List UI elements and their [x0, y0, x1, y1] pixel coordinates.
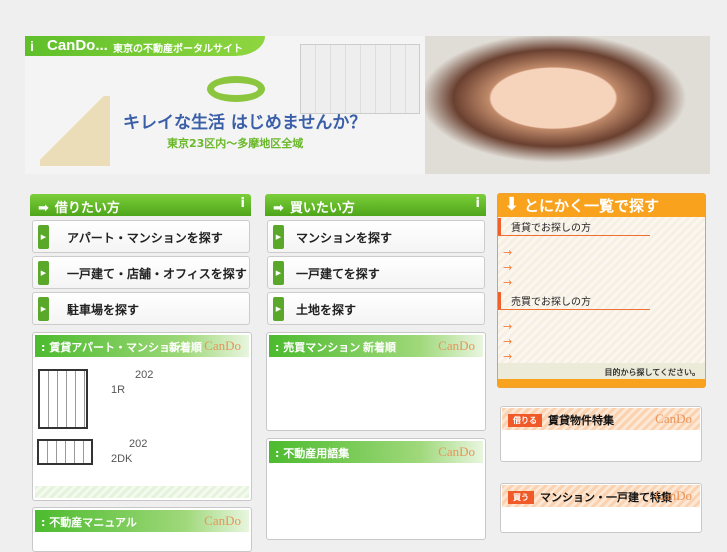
- buy-land-button[interactable]: ▶ 土地を探す: [267, 292, 485, 325]
- slogan: キレイな生活 はじめませんか？: [123, 113, 367, 133]
- button-label: 一戸建て・店舗・オフィスを探す: [67, 267, 247, 281]
- panel-footer: [35, 486, 249, 498]
- list-search-footer: 目的から探してください。: [498, 363, 705, 379]
- play-icon: ▶: [273, 261, 284, 285]
- walking-person-icon: i: [30, 38, 34, 54]
- woman-photo: [425, 36, 710, 174]
- rent-title: 借りたい方: [54, 201, 120, 216]
- play-icon: ▶: [38, 261, 49, 285]
- cando-logo: CanDo: [655, 411, 692, 426]
- arrow-link-icon[interactable]: →: [503, 350, 512, 363]
- arrow-link-icon[interactable]: →: [503, 276, 512, 289]
- panel-title: 賃貸アパート・マンション: [49, 341, 182, 354]
- rent-feature-header[interactable]: 借りる 賃貸物件特集 CanDo: [502, 408, 700, 430]
- sale-listings-panel: : 売買マンション 新着順 CanDo: [266, 332, 486, 431]
- floorplan-thumbnail[interactable]: [37, 439, 93, 465]
- arrow-link-icon[interactable]: →: [503, 320, 512, 333]
- service-area: 東京23区内〜多摩地区全域: [167, 137, 304, 150]
- site-tagline: 東京の不動産ポータルサイト: [113, 44, 243, 55]
- panel-title: 売買マンション: [283, 341, 361, 354]
- walking-person-icon: i: [475, 196, 480, 211]
- cando-logo: CanDo: [655, 488, 692, 503]
- button-label: アパート・マンションを探す: [67, 231, 223, 245]
- arrow-down-icon: ⬇: [504, 194, 520, 215]
- hero-banner: i CanDo... 東京の不動産ポータルサイト キレイな生活 はじめませんか？…: [25, 36, 710, 174]
- panel-title: 不動産用語集: [283, 447, 350, 460]
- feature-title: マンション・一戸建て特集: [540, 491, 672, 504]
- play-icon: ▶: [38, 225, 49, 249]
- list-search-header: ⬇ とにかく一覧で探す: [498, 194, 705, 217]
- list-search-box: ⬇ とにかく一覧で探す 賃貸でお探しの方 → → → 売買でお探しの方 → → →…: [497, 193, 706, 388]
- cando-logo: CanDo: [438, 444, 475, 459]
- lips-icon: [207, 76, 265, 102]
- listing-layout: 1R: [111, 384, 126, 396]
- listing-layout: 2DK: [111, 453, 133, 465]
- manual-header[interactable]: : 不動産マニュアル CanDo: [35, 510, 249, 532]
- arrow-link-icon[interactable]: →: [503, 246, 512, 259]
- listing-room[interactable]: 202: [129, 438, 147, 450]
- arrow-right-icon: ➡: [38, 201, 49, 216]
- cando-logo: CanDo: [204, 513, 241, 528]
- footer-bar: [498, 379, 705, 387]
- logo-bar[interactable]: i CanDo... 東京の不動産ポータルサイト: [25, 36, 265, 56]
- cando-logo: CanDo: [438, 338, 475, 353]
- buy-mansion-button[interactable]: ▶ マンションを探す: [267, 220, 485, 253]
- listing-room[interactable]: 202: [135, 369, 153, 381]
- floorplan-thumbnail[interactable]: [38, 369, 88, 429]
- rent-house-shop-button[interactable]: ▶ 一戸建て・店舗・オフィスを探す: [32, 256, 250, 289]
- manual-panel: : 不動産マニュアル CanDo: [32, 507, 252, 552]
- glossary-panel: : 不動産用語集 CanDo: [266, 438, 486, 540]
- arrow-link-icon[interactable]: →: [503, 335, 512, 348]
- feature-badge: 買う: [508, 491, 534, 504]
- feature-badge: 借りる: [508, 414, 542, 427]
- play-icon: ▶: [38, 297, 49, 321]
- play-icon: ▶: [273, 297, 284, 321]
- site-logo[interactable]: CanDo...: [47, 37, 108, 54]
- cando-logo: CanDo: [204, 338, 241, 353]
- arrow-link-icon[interactable]: →: [503, 261, 512, 274]
- walking-person-icon: i: [240, 196, 245, 211]
- house-illustration: [40, 96, 110, 166]
- footer-note: 目的から探してください。: [604, 368, 700, 377]
- sale-listings-header: : 売買マンション 新着順 CanDo: [269, 335, 483, 357]
- glossary-header[interactable]: : 不動産用語集 CanDo: [269, 441, 483, 463]
- rent-apartment-button[interactable]: ▶ アパート・マンションを探す: [32, 220, 250, 253]
- feature-title: 賃貸物件特集: [548, 414, 614, 427]
- buy-house-button[interactable]: ▶ 一戸建てを探す: [267, 256, 485, 289]
- buy-feature-panel[interactable]: 買う マンション・一戸建て特集 CanDo: [500, 483, 702, 533]
- sort-label: 新着順: [169, 341, 202, 354]
- button-label: 駐車場を探す: [67, 303, 140, 317]
- arrow-right-icon: ➡: [273, 201, 284, 216]
- buy-title: 買いたい方: [289, 201, 355, 216]
- building-illustration: [300, 44, 420, 114]
- rent-listings-panel: : 賃貸アパート・マンション 新着順 CanDo 202 1R 202 2DK: [32, 332, 252, 501]
- rent-parking-button[interactable]: ▶ 駐車場を探す: [32, 292, 250, 325]
- rent-section-label: 賃貸でお探しの方: [498, 218, 650, 236]
- sort-label: 新着順: [363, 341, 396, 354]
- list-search-title: とにかく一覧で探す: [524, 197, 660, 215]
- rent-header: ➡ 借りたい方 i: [30, 194, 251, 216]
- play-icon: ▶: [273, 225, 284, 249]
- panel-title: 不動産マニュアル: [49, 516, 137, 529]
- buy-header: ➡ 買いたい方 i: [265, 194, 486, 216]
- rent-feature-panel[interactable]: 借りる 賃貸物件特集 CanDo: [500, 406, 702, 462]
- button-label: 一戸建てを探す: [296, 267, 380, 281]
- rent-listings-header: : 賃貸アパート・マンション 新着順 CanDo: [35, 335, 249, 357]
- sale-section-label: 売買でお探しの方: [498, 292, 650, 310]
- button-label: 土地を探す: [296, 303, 357, 317]
- button-label: マンションを探す: [296, 231, 393, 245]
- buy-feature-header[interactable]: 買う マンション・一戸建て特集 CanDo: [502, 485, 700, 507]
